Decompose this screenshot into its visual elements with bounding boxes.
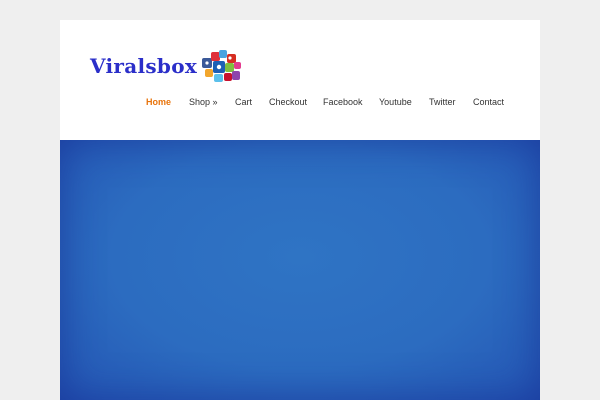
site-logo-text: Viralsbox bbox=[90, 54, 198, 78]
social-media-collage-icon bbox=[202, 50, 242, 82]
nav-item-home: Home bbox=[146, 92, 171, 110]
nav-link-twitter[interactable]: Twitter bbox=[429, 97, 456, 107]
site-header: Viralsbox Home Shop » Cart Checkout Face… bbox=[60, 20, 540, 140]
nav-item-twitter: Twitter bbox=[429, 92, 456, 110]
nav-link-shop[interactable]: Shop » bbox=[189, 97, 218, 107]
nav-item-cart: Cart bbox=[235, 92, 252, 110]
nav-link-facebook[interactable]: Facebook bbox=[323, 97, 363, 107]
page-container: Viralsbox Home Shop » Cart Checkout Face… bbox=[60, 20, 540, 400]
nav-link-home[interactable]: Home bbox=[146, 97, 171, 107]
nav-item-facebook: Facebook bbox=[323, 92, 363, 110]
nav-link-contact[interactable]: Contact bbox=[473, 97, 504, 107]
nav-link-cart[interactable]: Cart bbox=[235, 97, 252, 107]
nav-item-contact: Contact bbox=[473, 92, 504, 110]
main-navigation: Home Shop » Cart Checkout Facebook Youtu… bbox=[60, 92, 540, 112]
nav-item-youtube: Youtube bbox=[379, 92, 412, 110]
nav-link-checkout[interactable]: Checkout bbox=[269, 97, 307, 107]
nav-link-youtube[interactable]: Youtube bbox=[379, 97, 412, 107]
nav-item-checkout: Checkout bbox=[269, 92, 307, 110]
hero-banner bbox=[60, 140, 540, 400]
site-logo-link[interactable]: Viralsbox bbox=[90, 48, 243, 84]
nav-item-shop: Shop » bbox=[189, 92, 218, 110]
